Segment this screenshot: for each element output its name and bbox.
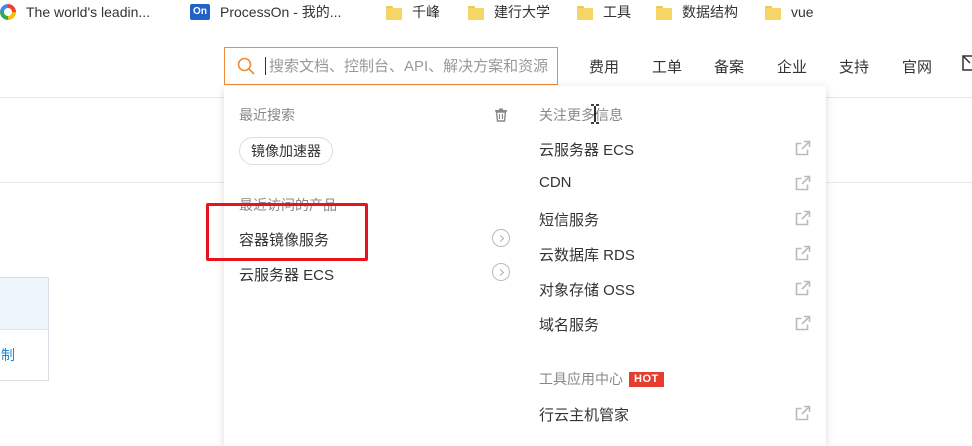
dropdown-right-column: 关注更多信息 云服务器 ECS CDN 短信服务 云数据库 RDS 对象存储 O… xyxy=(524,86,826,446)
folder-icon xyxy=(386,6,402,20)
chevron-right-icon[interactable] xyxy=(492,263,510,281)
card-link[interactable]: 制 xyxy=(1,345,15,365)
chevron-right-icon[interactable] xyxy=(492,229,510,247)
external-link-icon[interactable] xyxy=(795,140,811,156)
bookmark-google[interactable]: The world's leadin... xyxy=(0,0,150,24)
bookmark-label: The world's leadin... xyxy=(26,4,151,20)
processon-icon: On xyxy=(190,4,210,20)
follow-item-label: 云数据库 RDS xyxy=(539,247,635,264)
follow-item[interactable]: 对象存储 OSS xyxy=(539,279,811,300)
tools-item[interactable]: 行云主机管家 xyxy=(539,404,811,425)
bookmark-tools[interactable]: 工具 xyxy=(577,0,631,24)
trash-icon[interactable] xyxy=(494,108,508,122)
page-divider xyxy=(0,182,224,183)
bookmark-processon[interactable]: On ProcessOn - 我的... xyxy=(190,0,341,24)
search-icon[interactable] xyxy=(231,47,261,85)
recent-product-item[interactable]: 云服务器 ECS xyxy=(239,264,334,285)
external-link-icon[interactable] xyxy=(795,315,811,331)
follow-item[interactable]: CDN xyxy=(539,174,811,191)
external-link-icon[interactable] xyxy=(795,245,811,261)
left-card: 制 xyxy=(0,277,49,381)
i-beam-cursor-icon xyxy=(590,104,600,124)
search-dropdown: 最近搜索 镜像加速器 最近访问的产品 容器镜像服务 云服务器 ECS 关注更多信… xyxy=(224,86,826,446)
bookmark-label: 工具 xyxy=(603,4,631,20)
bookmark-vue[interactable]: vue xyxy=(765,0,814,24)
mail-icon[interactable] xyxy=(962,54,972,76)
follow-item[interactable]: 域名服务 xyxy=(539,314,811,335)
google-icon xyxy=(0,4,16,20)
tools-item-label: 行云主机管家 xyxy=(539,407,630,424)
hot-badge: HOT xyxy=(629,372,664,387)
recent-search-tag[interactable]: 镜像加速器 xyxy=(239,137,333,165)
bookmark-label: 千峰 xyxy=(412,4,440,20)
bookmark-label: ProcessOn - 我的... xyxy=(220,4,342,20)
search-input[interactable] xyxy=(269,57,551,75)
tools-title: 工具应用中心 xyxy=(539,371,623,387)
bookmarks-bar: The world's leadin... On ProcessOn - 我的.… xyxy=(0,0,972,24)
bookmark-qianfeng[interactable]: 千峰 xyxy=(386,0,440,24)
recent-product-item[interactable]: 容器镜像服务 xyxy=(239,229,329,250)
bookmark-jianhang[interactable]: 建行大学 xyxy=(468,0,550,24)
follow-item-label: 域名服务 xyxy=(539,317,600,334)
dropdown-left-column: 最近搜索 镜像加速器 最近访问的产品 容器镜像服务 云服务器 ECS xyxy=(224,86,524,446)
bookmark-label: 建行大学 xyxy=(494,4,550,20)
nav-support[interactable]: 支持 xyxy=(839,56,869,77)
recent-search-title: 最近搜索 xyxy=(239,107,295,123)
nav-billing[interactable]: 费用 xyxy=(589,56,619,77)
follow-item-label: 云服务器 ECS xyxy=(539,142,635,159)
nav-enterprise[interactable]: 企业 xyxy=(777,56,807,77)
recent-products-title: 最近访问的产品 xyxy=(239,197,337,213)
follow-item[interactable]: 云数据库 RDS xyxy=(539,244,811,265)
bookmark-label: 数据结构 xyxy=(682,4,738,20)
bookmark-label: vue xyxy=(791,4,814,20)
search-box[interactable] xyxy=(224,47,558,85)
follow-item[interactable]: 短信服务 xyxy=(539,209,811,230)
nav-official-site[interactable]: 官网 xyxy=(902,56,932,77)
external-link-icon[interactable] xyxy=(795,175,811,191)
page-divider xyxy=(826,182,972,183)
folder-icon xyxy=(577,6,593,20)
follow-item-label: 短信服务 xyxy=(539,212,600,229)
card-header xyxy=(0,278,48,330)
follow-item-label: 对象存储 OSS xyxy=(539,282,635,299)
follow-item-label: CDN xyxy=(539,174,572,191)
folder-icon xyxy=(468,6,484,20)
folder-icon xyxy=(765,6,781,20)
follow-item[interactable]: 云服务器 ECS xyxy=(539,139,811,160)
tools-title-row: 工具应用中心 HOT xyxy=(539,369,664,389)
nav-tickets[interactable]: 工单 xyxy=(652,56,682,77)
text-caret xyxy=(265,57,266,75)
external-link-icon[interactable] xyxy=(795,405,811,421)
external-link-icon[interactable] xyxy=(795,280,811,296)
nav-icp-filing[interactable]: 备案 xyxy=(714,56,744,77)
bookmark-data-structure[interactable]: 数据结构 xyxy=(656,0,738,24)
follow-title: 关注更多信息 xyxy=(539,107,623,123)
folder-icon xyxy=(656,6,672,20)
external-link-icon[interactable] xyxy=(795,210,811,226)
